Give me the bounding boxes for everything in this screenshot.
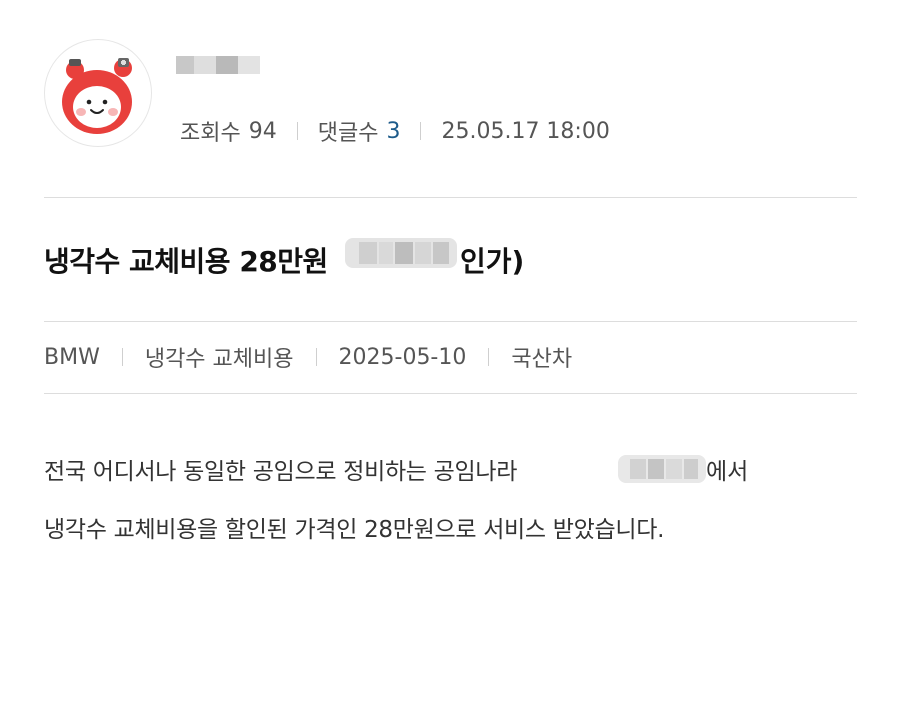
author-name-redacted[interactable] bbox=[176, 52, 262, 80]
tag-separator bbox=[488, 348, 490, 366]
tags-divider bbox=[44, 393, 857, 394]
title-divider bbox=[44, 321, 857, 322]
body-line-2: 냉각수 교체비용을 할인된 가격인 28만원으로 서비스 받았습니다. bbox=[44, 517, 665, 543]
tag-brand[interactable]: BMW bbox=[44, 345, 100, 370]
comments-count[interactable]: 3 bbox=[386, 119, 400, 144]
header-divider bbox=[44, 197, 857, 198]
post-datetime: 25.05.17 18:00 bbox=[441, 118, 610, 144]
post-page: 조회수 94 댓글수 3 25.05.17 18:00 냉각수 교체비용 28만… bbox=[0, 0, 900, 719]
views-count: 94 bbox=[248, 118, 277, 144]
tag-separator bbox=[121, 348, 123, 366]
stats-separator bbox=[296, 122, 298, 140]
title-redacted-region bbox=[345, 232, 457, 274]
post-tags: BMW 냉각수 교체비용 2025-05-10 국산차 bbox=[44, 340, 572, 374]
red-hood-mascot-icon bbox=[62, 58, 132, 134]
tag-category[interactable]: 국산차 bbox=[511, 341, 572, 373]
tag-separator bbox=[315, 348, 317, 366]
body-line-1: 전국 어디서나 동일한 공임으로 정비하는 공임나라 bbox=[44, 459, 518, 485]
post-stats: 조회수 94 댓글수 3 25.05.17 18:00 bbox=[180, 114, 610, 148]
author-avatar[interactable] bbox=[44, 39, 152, 147]
views-label: 조회수 bbox=[180, 121, 241, 146]
body-line-1-tail: 에서 bbox=[706, 459, 749, 485]
tag-keyword[interactable]: 냉각수 교체비용 bbox=[145, 341, 294, 373]
comments-label[interactable]: 댓글수 bbox=[318, 115, 379, 147]
post-title: 냉각수 교체비용 28만원 bbox=[44, 245, 328, 278]
tag-date: 2025-05-10 bbox=[338, 344, 467, 370]
stats-separator bbox=[420, 122, 422, 140]
post-title-tail: 인가) bbox=[460, 245, 525, 278]
body-redacted-region bbox=[618, 451, 706, 487]
